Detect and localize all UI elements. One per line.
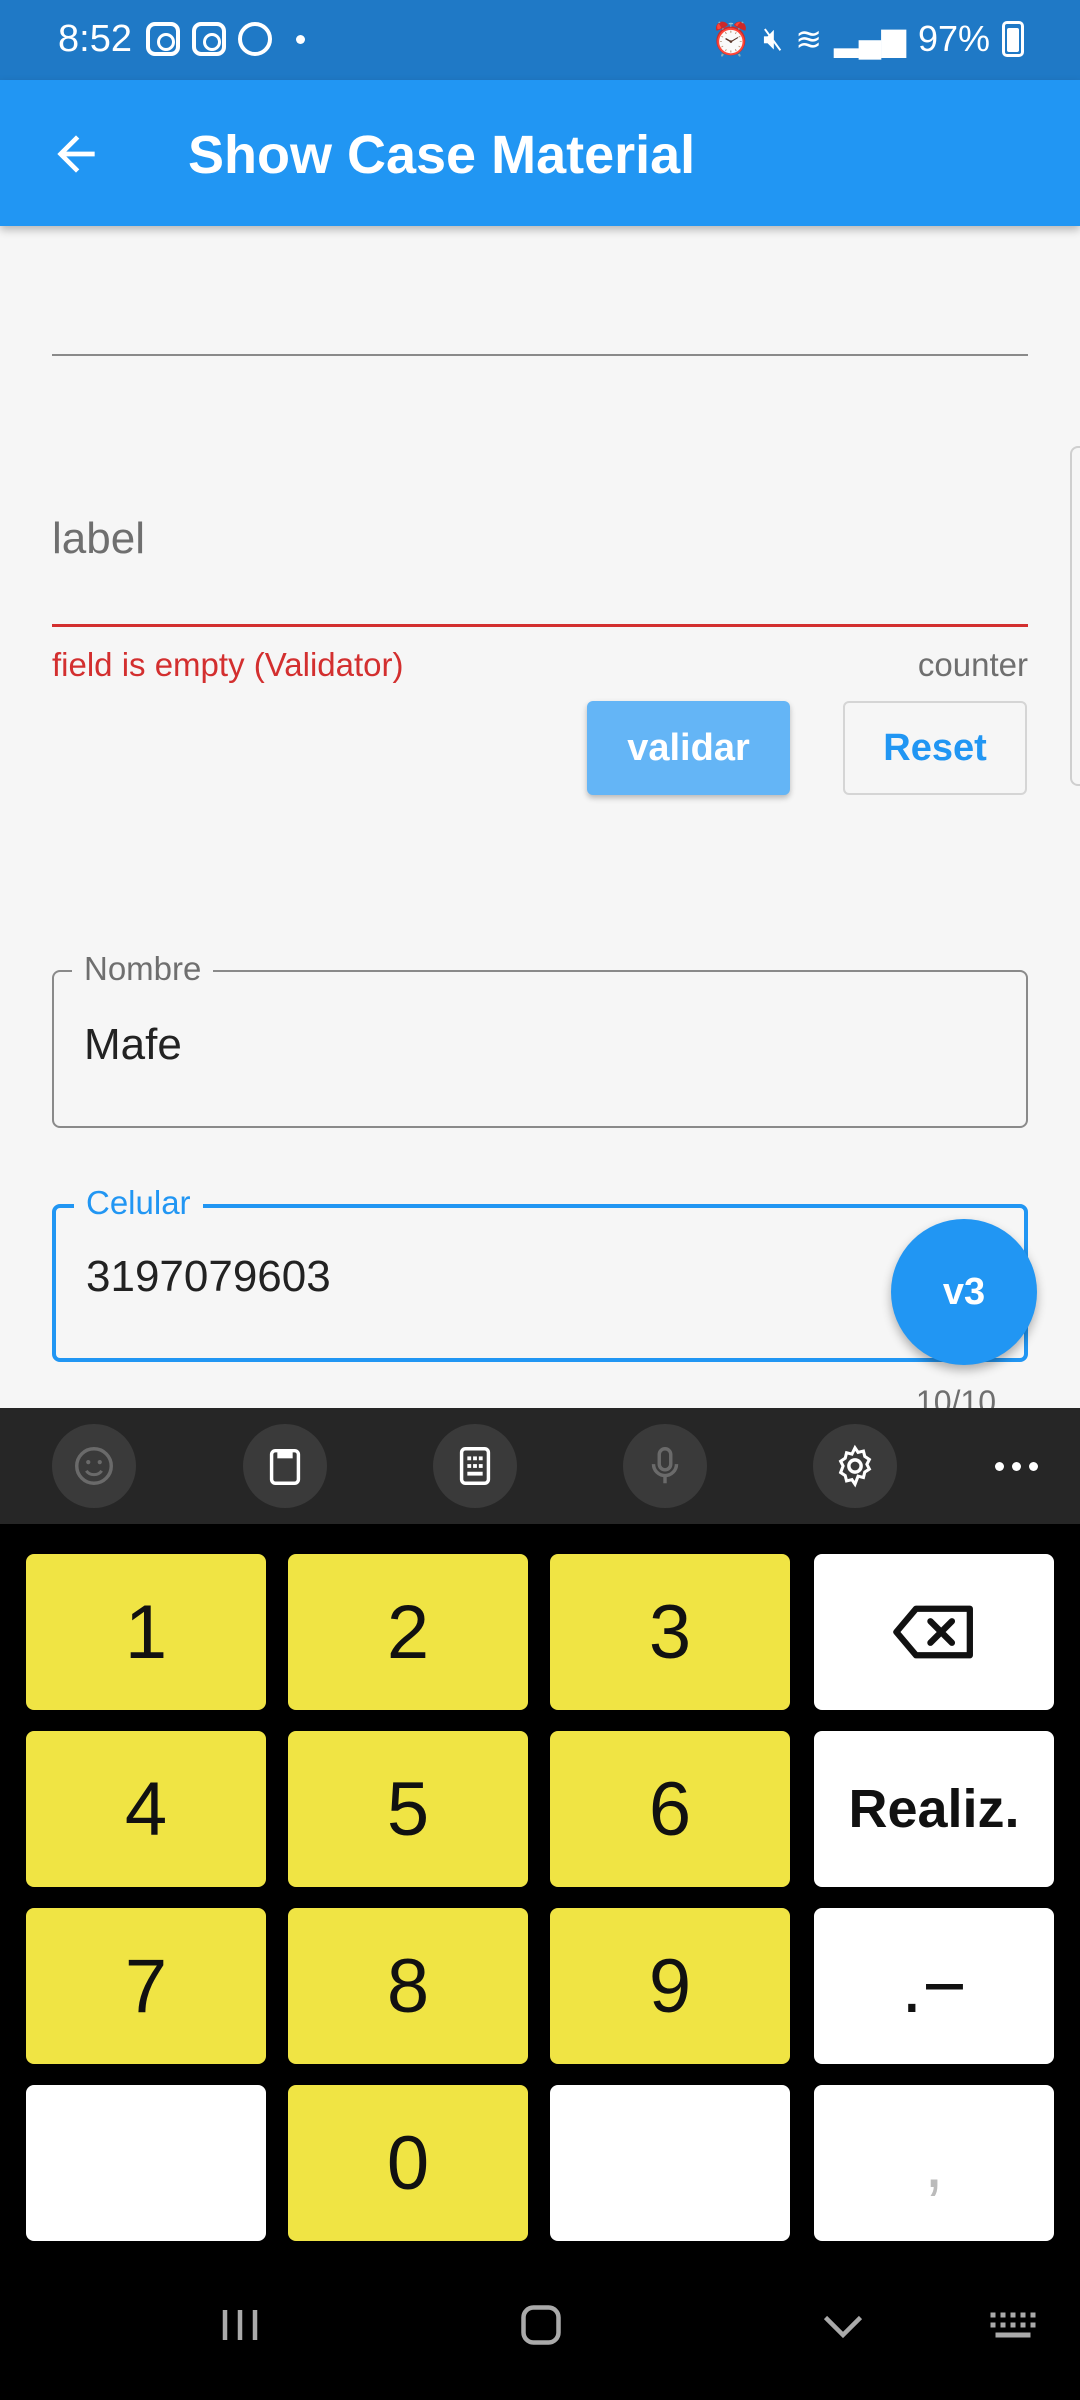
keyboard-settings-button[interactable]	[813, 1424, 897, 1508]
emoji-button[interactable]	[52, 1424, 136, 1508]
numeric-keyboard: 1 2 3 4 5 6 Realiz. 7 8 9 .− 0 ,	[0, 1524, 1080, 2246]
text-field-underline[interactable]	[52, 354, 1028, 356]
reset-button[interactable]: Reset	[843, 701, 1027, 795]
backspace-key[interactable]	[814, 1554, 1054, 1710]
nombre-value: Mafe	[84, 1020, 182, 1069]
celular-field[interactable]: Celular 3197079603	[52, 1184, 1028, 1362]
key-9[interactable]: 9	[550, 1908, 790, 2064]
numpad-icon	[459, 1447, 491, 1485]
nombre-field[interactable]: Nombre Mafe	[52, 950, 1028, 1128]
whatsapp-icon	[238, 22, 272, 56]
back-button[interactable]	[48, 126, 104, 182]
battery-icon	[1002, 21, 1024, 57]
nombre-label: Nombre	[72, 950, 214, 988]
error-message: field is empty (Validator)	[52, 646, 404, 683]
label-field-underline-error[interactable]	[52, 624, 1028, 627]
clipboard-button[interactable]	[243, 1424, 327, 1508]
counter-text: counter	[917, 646, 1028, 683]
page-title: Show Case Material	[188, 125, 696, 185]
more-dot	[1028, 1461, 1038, 1471]
key-2[interactable]: 2	[288, 1554, 528, 1710]
battery-percent: 97%	[917, 18, 990, 59]
key-6[interactable]: 6	[550, 1731, 790, 1887]
signal-icon: ▂▄▆	[834, 21, 906, 57]
navigation-bar	[0, 2246, 1080, 2400]
key-4[interactable]: 4	[26, 1731, 266, 1887]
celular-label: Celular	[74, 1184, 203, 1222]
key-1[interactable]: 1	[26, 1554, 266, 1710]
done-key[interactable]: Realiz.	[814, 1731, 1054, 1887]
status-bar: 8:52 ⏰ 🔇︎ ≋ ▂▄▆ 97%	[0, 0, 1080, 80]
side-panel-edge	[1070, 446, 1080, 786]
home-button[interactable]	[506, 2290, 576, 2360]
key-8[interactable]: 8	[288, 1908, 528, 2064]
backspace-icon	[893, 1605, 973, 1659]
key-5[interactable]: 5	[288, 1731, 528, 1887]
mute-icon: 🔇︎	[763, 20, 784, 56]
recent-apps-button[interactable]	[205, 2290, 275, 2360]
key-0[interactable]: 0	[288, 2085, 528, 2241]
notification-icons	[146, 22, 305, 56]
home-icon	[521, 2305, 561, 2345]
status-time: 8:52	[58, 18, 132, 60]
celular-value: 3197079603	[86, 1252, 331, 1301]
keyboard-switch-button[interactable]	[978, 2290, 1048, 2360]
label-field-placeholder[interactable]: label	[52, 514, 145, 564]
floating-action-button[interactable]: v3	[891, 1219, 1037, 1365]
keyboard-icon	[990, 2312, 1036, 2338]
microphone-icon	[651, 1447, 679, 1484]
form-content[interactable]: label field is empty (Validator) counter…	[0, 226, 1080, 1408]
blank-key-left[interactable]	[26, 2085, 266, 2241]
emoji-icon	[75, 1447, 113, 1485]
more-dot	[1011, 1461, 1021, 1471]
symbol-key[interactable]: .−	[814, 1908, 1054, 2064]
celular-char-counter: 10/10	[915, 1384, 996, 1408]
instagram-icon	[146, 22, 180, 56]
more-options-button[interactable]	[976, 1436, 1056, 1496]
blank-key-right[interactable]	[550, 2085, 790, 2241]
recent-apps-icon	[222, 2310, 258, 2340]
comma-key[interactable]: ,	[814, 2085, 1054, 2241]
system-icons: ⏰ 🔇︎ ≋ ▂▄▆ 97%	[711, 18, 1024, 60]
clipboard-icon	[269, 1448, 301, 1485]
key-7[interactable]: 7	[26, 1908, 266, 2064]
more-dot	[994, 1461, 1004, 1471]
wifi-icon: ≋	[795, 21, 823, 57]
alarm-icon: ⏰	[711, 21, 752, 57]
key-3[interactable]: 3	[550, 1554, 790, 1710]
keyboard-toolbar	[0, 1408, 1080, 1524]
more-notifications-dot	[296, 34, 305, 44]
chevron-down-icon	[823, 2315, 863, 2339]
keyboard-mode-button[interactable]	[433, 1424, 517, 1508]
arrow-back-icon	[57, 135, 95, 173]
hide-keyboard-button[interactable]	[808, 2290, 878, 2360]
voice-input-button[interactable]	[623, 1424, 707, 1508]
app-bar: Show Case Material	[0, 80, 1080, 226]
instagram-icon	[192, 22, 226, 56]
gear-icon	[838, 1444, 872, 1488]
validate-button[interactable]: validar	[587, 701, 790, 795]
